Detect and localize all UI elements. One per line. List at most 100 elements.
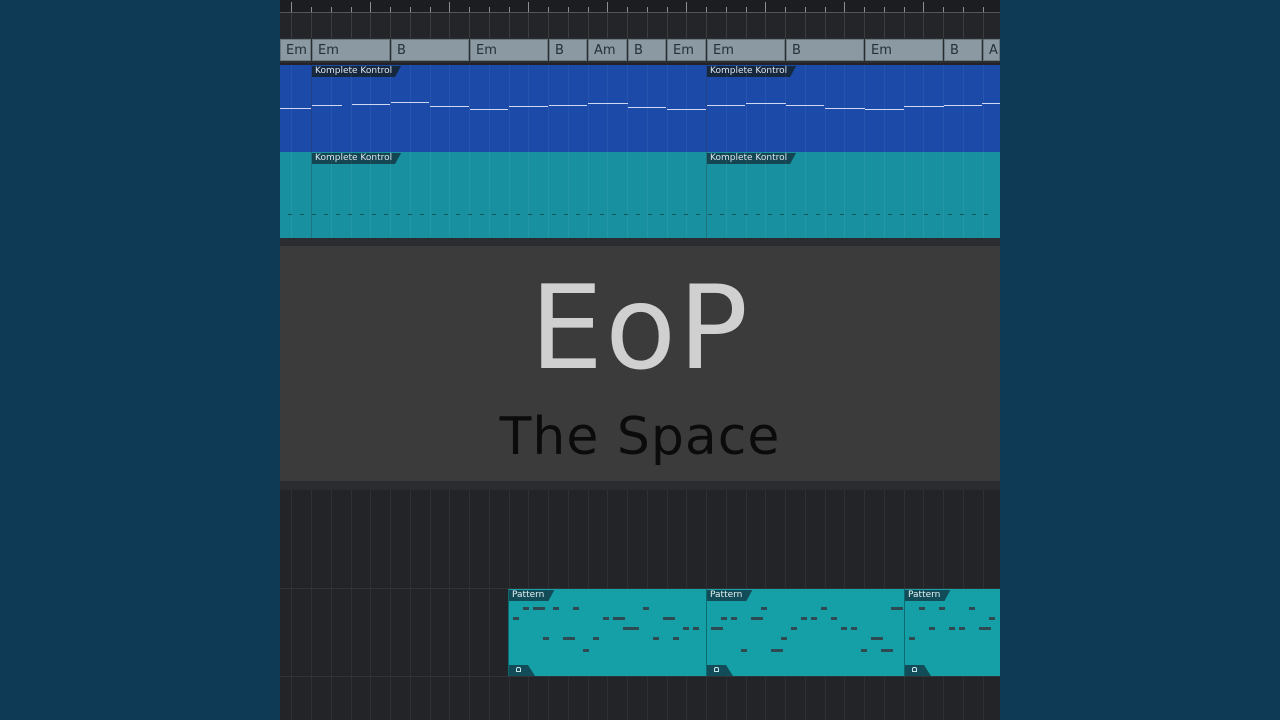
lock-icon[interactable] — [516, 667, 521, 672]
automation-dash — [672, 214, 676, 215]
grid-line — [686, 13, 688, 38]
automation-dash — [744, 214, 748, 215]
grid-line — [350, 152, 352, 238]
ruler-tick — [804, 7, 806, 12]
automation-segment — [944, 105, 982, 106]
pattern-event[interactable]: Pattern — [508, 589, 707, 676]
automation-dash — [948, 214, 952, 215]
automation-dash — [660, 214, 664, 215]
chord-block[interactable]: Em — [707, 39, 785, 61]
grid-line — [330, 490, 332, 720]
grid-line — [607, 65, 609, 152]
automation-dash — [888, 214, 892, 215]
grid-line — [291, 152, 293, 238]
lock-icon[interactable] — [714, 667, 719, 672]
pattern-note — [741, 649, 747, 652]
pattern-note — [969, 607, 975, 610]
automation-dash — [588, 214, 592, 215]
pattern-event[interactable]: Pattern — [904, 589, 1000, 676]
grid-line — [745, 13, 747, 38]
grid-line — [567, 65, 569, 152]
event-label[interactable]: Komplete Kontrol — [707, 153, 796, 164]
timeline-ruler[interactable] — [280, 0, 1000, 13]
chord-block[interactable]: B — [628, 39, 666, 61]
grid-line — [390, 490, 391, 720]
pattern-track-area[interactable]: Pattern Pattern Pattern — [280, 490, 1000, 720]
chord-block[interactable]: B — [549, 39, 587, 61]
automation-segment — [312, 105, 342, 106]
chord-block[interactable]: Em — [470, 39, 548, 61]
ruler-tick — [824, 7, 826, 12]
song-title: The Space — [499, 407, 781, 467]
ruler-tick — [686, 2, 688, 12]
grid-line — [587, 13, 589, 38]
grid-line — [864, 152, 865, 238]
pattern-note — [643, 607, 649, 610]
grid-line — [528, 152, 530, 238]
pattern-note — [891, 607, 903, 610]
ruler-tick — [903, 7, 905, 12]
instrument-track-teal[interactable]: Komplete Kontrol Komplete Kontrol — [280, 152, 1000, 238]
chord-block[interactable]: Em — [312, 39, 390, 61]
automation-dash — [444, 214, 448, 215]
grid-line — [864, 13, 865, 38]
pattern-note — [919, 607, 925, 610]
chord-block[interactable]: B — [944, 39, 982, 61]
event-label[interactable]: Komplete Kontrol — [312, 153, 401, 164]
grid-line — [449, 152, 451, 238]
automation-dash — [432, 214, 436, 215]
grid-line — [469, 490, 470, 720]
automation-dash — [468, 214, 472, 215]
grid-line — [350, 490, 352, 720]
grid-line — [488, 490, 490, 720]
chord-label: B — [397, 43, 406, 58]
grid-line — [508, 152, 510, 238]
grid-line — [804, 65, 806, 152]
instrument-track-blue[interactable]: Komplete Kontrol Komplete Kontrol — [280, 65, 1000, 152]
ruler-tick — [923, 2, 925, 12]
grid-line — [627, 13, 628, 38]
automation-dash — [696, 214, 700, 215]
track-separator — [280, 676, 1000, 677]
lock-icon[interactable] — [912, 667, 917, 672]
pattern-note — [761, 607, 767, 610]
grid-line — [469, 13, 470, 38]
grid-line — [488, 13, 490, 38]
event-label[interactable]: Komplete Kontrol — [707, 66, 796, 77]
pattern-note — [563, 637, 575, 640]
grid-line — [607, 13, 609, 38]
pattern-note — [553, 607, 559, 610]
pattern-note — [979, 627, 991, 630]
event-label[interactable]: Komplete Kontrol — [312, 66, 401, 77]
pattern-label: Pattern — [905, 590, 950, 601]
ruler-tick — [962, 7, 964, 12]
chord-block[interactable]: Em — [667, 39, 706, 61]
chord-block[interactable]: B — [391, 39, 469, 61]
chord-block[interactable]: Em — [865, 39, 943, 61]
pattern-event[interactable]: Pattern — [706, 589, 905, 676]
pattern-note — [593, 637, 599, 640]
grid-line — [943, 65, 944, 152]
automation-dash — [384, 214, 388, 215]
grid-line — [370, 13, 372, 38]
chord-label: B — [634, 43, 643, 58]
ruler-tick — [627, 7, 628, 12]
grid-line — [706, 152, 707, 238]
ruler-tick — [587, 7, 589, 12]
chord-block[interactable]: A — [983, 39, 1000, 61]
automation-dash — [912, 214, 916, 215]
grid-line — [429, 65, 431, 152]
chord-block[interactable]: B — [786, 39, 864, 61]
grid-line — [370, 490, 372, 720]
pattern-note — [989, 617, 995, 620]
pattern-note — [871, 637, 883, 640]
ruler-tick — [469, 7, 470, 12]
grid-line — [903, 13, 905, 38]
grid-line — [725, 65, 727, 152]
chord-block[interactable]: Em — [280, 39, 311, 61]
ruler-tick — [508, 7, 510, 12]
automation-dash — [528, 214, 532, 215]
ruler-tick — [844, 2, 846, 12]
chord-block[interactable]: Am — [588, 39, 627, 61]
grid-line — [449, 490, 451, 720]
